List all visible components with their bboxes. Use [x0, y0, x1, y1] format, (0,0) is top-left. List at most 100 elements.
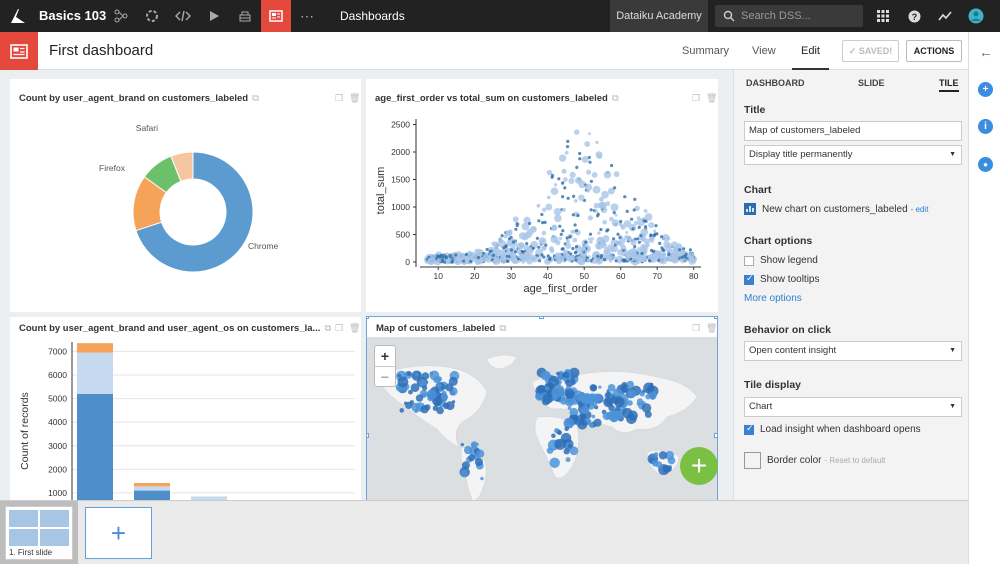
code-icon[interactable]: [168, 0, 198, 32]
scatter-point: [609, 216, 614, 222]
load-insight-checkbox[interactable]: [744, 423, 754, 435]
dashboards-icon[interactable]: [261, 0, 291, 32]
scatter-point: [644, 225, 648, 229]
behavior-heading: Behavior on click: [744, 324, 831, 336]
scatter-point: [575, 165, 579, 169]
help-icon[interactable]: ?: [906, 8, 922, 24]
map-point: [405, 401, 413, 409]
tab-view[interactable]: View: [752, 32, 776, 70]
user-avatar[interactable]: [968, 8, 984, 24]
scatter-point: [613, 171, 620, 178]
map-point: [557, 430, 562, 436]
scatter-point: [550, 175, 554, 179]
info-icon[interactable]: i: [978, 119, 993, 134]
scatter-point: [565, 242, 572, 249]
delete-icon[interactable]: 🗑: [706, 323, 717, 334]
map-point: [627, 410, 638, 421]
bar-segment-firefox: [134, 483, 170, 487]
chart-name[interactable]: New chart on customers_labeled: [762, 204, 908, 215]
scatter-point: [589, 240, 593, 244]
tab-tile[interactable]: TILE: [939, 78, 959, 92]
scatter-point: [586, 258, 591, 263]
scatter-point: [603, 170, 612, 179]
tile-map-chart[interactable]: Map of customers_labeled ⧉ ❐ 🗑: [366, 316, 718, 501]
apps-grid-icon[interactable]: [875, 8, 891, 24]
external-link-icon[interactable]: ⧉: [499, 323, 506, 334]
show-legend-row[interactable]: Show legend: [744, 255, 818, 266]
reset-default-link[interactable]: - Reset to default: [824, 456, 885, 465]
copy-icon[interactable]: ❐: [692, 323, 700, 334]
tile-bar-chart[interactable]: Count by user_agent_brand and user_agent…: [10, 317, 361, 500]
show-tooltips-row[interactable]: Show tooltips: [744, 273, 819, 285]
scatter-point: [588, 160, 592, 164]
map-point: [399, 408, 405, 413]
resize-handle[interactable]: [367, 317, 369, 319]
saved-button[interactable]: ✓ SAVED!: [842, 40, 899, 62]
recipes-icon[interactable]: [137, 0, 167, 32]
resize-handle[interactable]: [714, 433, 717, 438]
add-tile-button[interactable]: +: [680, 447, 718, 485]
x-tick-label: 60: [616, 271, 626, 281]
map-point: [567, 406, 572, 410]
add-icon[interactable]: +: [978, 82, 993, 97]
title-display-select[interactable]: Display title permanently ▼: [744, 145, 962, 165]
scatter-point: [553, 208, 562, 216]
scatter-point: [541, 230, 547, 236]
scatter-points: [424, 129, 698, 266]
show-tooltips-checkbox[interactable]: [744, 273, 754, 285]
title-input[interactable]: Map of customers_labeled: [744, 121, 962, 141]
scatter-point: [531, 246, 535, 250]
resize-handle[interactable]: [714, 317, 717, 319]
tile-settings-panel: DASHBOARD SLIDE TILE Title Map of custom…: [733, 70, 968, 500]
actions-button[interactable]: ACTIONS: [906, 40, 962, 62]
discussion-icon[interactable]: ●: [978, 157, 993, 172]
add-slide-button[interactable]: +: [85, 507, 152, 559]
project-name[interactable]: Basics 103: [39, 0, 106, 32]
flow-icon[interactable]: [106, 0, 136, 32]
tab-edit[interactable]: Edit: [792, 32, 829, 70]
run-icon[interactable]: [199, 0, 229, 32]
academy-link[interactable]: Dataiku Academy: [610, 0, 708, 32]
more-icon[interactable]: ⋯: [292, 0, 322, 32]
bar-segment-firefox: [134, 486, 170, 491]
activity-icon[interactable]: [937, 8, 953, 24]
scatter-point: [584, 141, 591, 147]
tab-slide[interactable]: SLIDE: [858, 78, 885, 88]
scatter-point: [487, 255, 492, 260]
border-color-swatch[interactable]: [744, 452, 761, 469]
resize-handle[interactable]: [367, 433, 369, 438]
caret-down-icon: ▼: [949, 347, 956, 354]
tile-scatter-chart[interactable]: age_first_order vs total_sum on customer…: [366, 79, 718, 312]
resize-handle[interactable]: [539, 317, 544, 319]
zoom-in-button[interactable]: +: [375, 346, 395, 366]
chart-edit-link[interactable]: - edit: [911, 205, 929, 214]
map-point: [608, 404, 615, 412]
world-map[interactable]: [367, 337, 717, 500]
page-title[interactable]: First dashboard: [49, 32, 153, 70]
slide-preview: [9, 510, 69, 546]
search-input[interactable]: Search DSS...: [715, 5, 863, 27]
slide-thumbnail[interactable]: 1. First slide: [5, 506, 73, 560]
more-options-link[interactable]: More options: [744, 293, 802, 304]
tile-display-select[interactable]: Chart ▼: [744, 397, 962, 417]
load-insight-row[interactable]: Load insight when dashboard opens: [744, 423, 921, 435]
tab-summary[interactable]: Summary: [682, 32, 729, 70]
arrow-left-icon[interactable]: ←: [979, 44, 993, 60]
deploy-icon[interactable]: [230, 0, 260, 32]
scatter-point: [450, 259, 454, 263]
zoom-out-button[interactable]: −: [375, 366, 395, 386]
tile-donut-chart[interactable]: Count by user_agent_brand on customers_l…: [10, 79, 361, 312]
tab-dashboard[interactable]: DASHBOARD: [746, 78, 805, 88]
y-tick-label: 6000: [48, 370, 67, 380]
show-legend-checkbox[interactable]: [744, 255, 754, 266]
scatter-point: [630, 239, 637, 246]
scatter-point: [602, 219, 608, 225]
scatter-point: [595, 140, 599, 145]
scatter-point: [590, 237, 594, 241]
scatter-point: [682, 247, 686, 251]
map-point: [614, 396, 625, 408]
behavior-select[interactable]: Open content insight ▼: [744, 341, 962, 361]
scatter-point: [553, 183, 558, 187]
breadcrumb[interactable]: Dashboards: [340, 0, 405, 32]
dataiku-logo-icon[interactable]: [8, 6, 28, 26]
